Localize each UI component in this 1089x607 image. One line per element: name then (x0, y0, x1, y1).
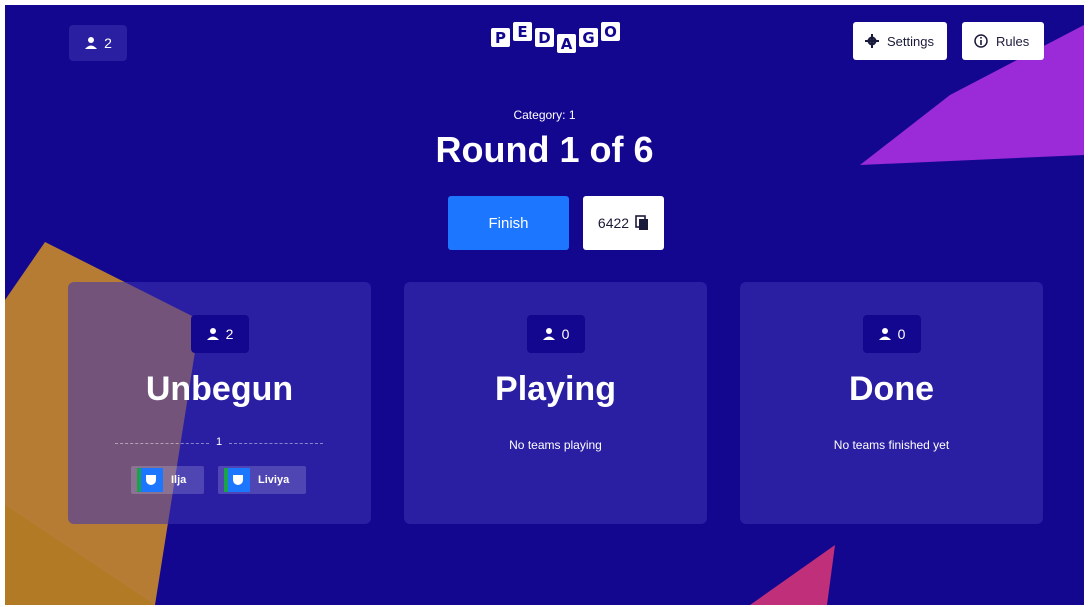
group-divider: 1 (115, 436, 323, 450)
info-icon (974, 34, 988, 48)
playing-empty-text: No teams playing (509, 438, 602, 452)
unbegun-title: Unbegun (145, 370, 294, 408)
group-number: 1 (215, 436, 223, 448)
user-icon (878, 328, 891, 340)
settings-button[interactable]: Settings (853, 22, 947, 60)
user-icon (542, 328, 555, 340)
finish-button[interactable]: Finish (448, 196, 569, 250)
gear-icon (865, 34, 879, 48)
done-count: 0 (897, 326, 906, 342)
settings-label: Settings (887, 33, 934, 49)
logo-letter: D (535, 28, 554, 47)
playing-count: 0 (561, 326, 570, 342)
playing-count-badge: 0 (526, 315, 585, 353)
unbegun-count: 2 (225, 326, 234, 342)
done-count-badge: 0 (862, 315, 921, 353)
team-name: Liviya (258, 474, 290, 486)
user-icon (206, 328, 219, 340)
playing-column: 0 Playing No teams playing (404, 282, 707, 524)
unbegun-column: 2 Unbegun 1 Ilja Liviya (68, 282, 371, 524)
copy-icon (635, 215, 649, 230)
category-label: Category: 1 (513, 108, 576, 122)
team-avatar (137, 468, 163, 492)
logo-letter: A (557, 34, 576, 53)
logo-letter: P (491, 28, 510, 47)
team-chip[interactable]: Ilja (131, 466, 204, 494)
logo-letter: G (579, 28, 598, 47)
pedago-logo: P E D A G O (491, 22, 620, 53)
game-code: 6422 (597, 215, 630, 231)
rules-button[interactable]: Rules (962, 22, 1044, 60)
players-count: 2 (104, 35, 112, 51)
done-empty-text: No teams finished yet (833, 438, 950, 452)
team-avatar (224, 468, 250, 492)
logo-letter: O (601, 22, 620, 41)
rules-label: Rules (996, 33, 1030, 49)
done-column: 0 Done No teams finished yet (740, 282, 1043, 524)
user-icon (85, 37, 98, 49)
players-count-badge[interactable]: 2 (69, 25, 127, 61)
unbegun-count-badge: 2 (190, 315, 249, 353)
round-title: Round 1 of 6 (435, 129, 654, 170)
done-title: Done (849, 370, 934, 408)
playing-title: Playing (495, 370, 616, 408)
team-chip[interactable]: Liviya (218, 466, 306, 494)
logo-letter: E (513, 22, 532, 41)
game-code-copy-button[interactable]: 6422 (583, 196, 664, 250)
team-name: Ilja (171, 474, 187, 486)
app-screen: 2 P E D A G O Settings Rules Category: 1… (5, 5, 1084, 605)
